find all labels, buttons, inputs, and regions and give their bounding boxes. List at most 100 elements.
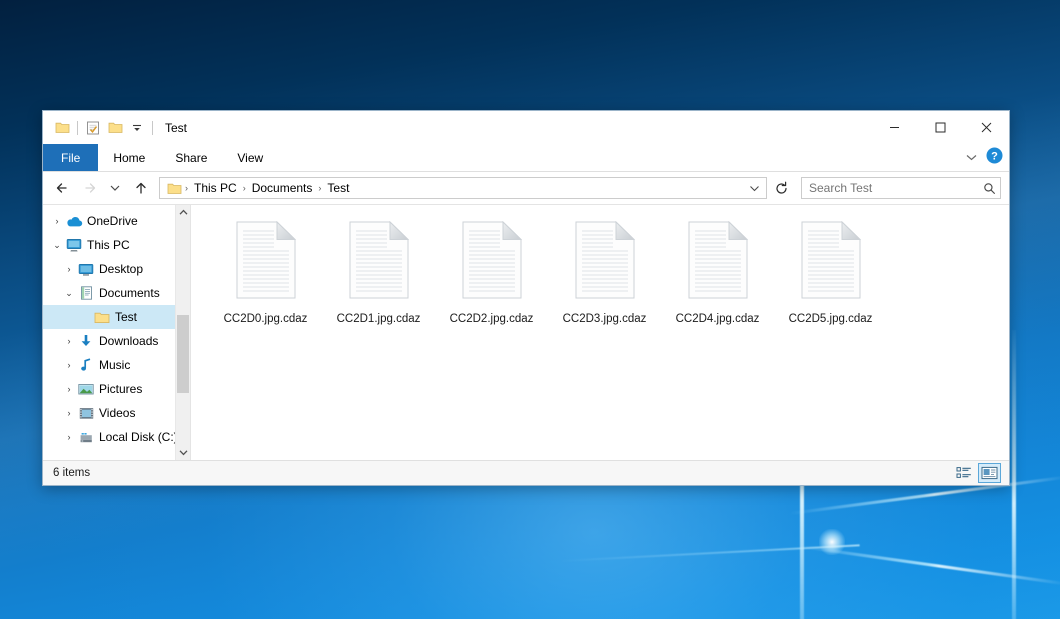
- large-icons-view-button[interactable]: [978, 463, 1001, 483]
- folder-tree: › OneDrive ⌄: [43, 205, 190, 449]
- properties-icon[interactable]: [82, 117, 104, 139]
- expand-chevron-icon[interactable]: ›: [61, 336, 77, 346]
- scrollbar-thumb[interactable]: [177, 315, 189, 393]
- expand-chevron-icon[interactable]: ›: [61, 360, 77, 370]
- documents-icon: [77, 285, 95, 301]
- breadcrumb-item-this-pc[interactable]: This PC: [189, 180, 242, 196]
- file-name: CC2D1.jpg.cdaz: [337, 313, 421, 325]
- sidebar-item-label: Local Disk (C:): [99, 430, 178, 444]
- search-input[interactable]: [809, 181, 983, 195]
- breadcrumb-item-test[interactable]: Test: [322, 180, 354, 196]
- file-name: CC2D0.jpg.cdaz: [224, 313, 308, 325]
- generic-document-icon: [347, 219, 411, 306]
- svg-text:?: ?: [991, 150, 998, 162]
- breadcrumb-item-documents[interactable]: Documents: [247, 180, 318, 196]
- pictures-icon: [77, 381, 95, 397]
- generic-document-icon: [234, 219, 298, 306]
- navigation-pane: › OneDrive ⌄: [43, 205, 191, 460]
- tab-home[interactable]: Home: [98, 144, 160, 171]
- sidebar-item-downloads[interactable]: › Downloads: [43, 329, 190, 353]
- videos-film-icon: [77, 405, 95, 421]
- sidebar-item-videos[interactable]: ›: [43, 401, 190, 425]
- sidebar-item-local-disk-c[interactable]: › Local Disk (C:): [43, 425, 190, 449]
- new-folder-icon[interactable]: [104, 117, 126, 139]
- sidebar-item-desktop[interactable]: › Desktop: [43, 257, 190, 281]
- list-item[interactable]: CC2D4.jpg.cdaz: [661, 217, 774, 335]
- view-toggle-group: [952, 463, 1001, 483]
- generic-document-icon: [573, 219, 637, 306]
- customize-qat-icon[interactable]: [126, 117, 148, 139]
- scroll-up-arrow-icon[interactable]: [176, 205, 190, 220]
- downloads-arrow-icon: [77, 333, 95, 349]
- expand-chevron-icon[interactable]: ›: [61, 432, 77, 442]
- ribbon-tab-strip: File Home Share View ?: [43, 144, 1009, 172]
- sidebar-item-documents[interactable]: ⌄ Documents: [43, 281, 190, 305]
- help-icon[interactable]: ?: [986, 147, 1003, 169]
- file-name: CC2D3.jpg.cdaz: [563, 313, 647, 325]
- refresh-button[interactable]: [769, 176, 793, 200]
- minimize-button[interactable]: [871, 111, 917, 144]
- expand-chevron-icon[interactable]: ›: [61, 408, 77, 418]
- up-button[interactable]: [129, 176, 153, 200]
- search-box[interactable]: [801, 177, 1001, 199]
- expand-chevron-icon[interactable]: ›: [61, 264, 77, 274]
- collapse-chevron-icon[interactable]: ⌄: [49, 240, 65, 251]
- sidebar-item-label: Test: [115, 310, 137, 324]
- list-item[interactable]: CC2D2.jpg.cdaz: [435, 217, 548, 335]
- forward-button[interactable]: [77, 176, 101, 200]
- breadcrumb-folder-icon: [165, 182, 184, 195]
- close-button[interactable]: [963, 111, 1009, 144]
- recent-locations-button[interactable]: [103, 176, 127, 200]
- generic-document-icon: [460, 219, 524, 306]
- tab-view[interactable]: View: [222, 144, 278, 171]
- sidebar-item-test[interactable]: Test: [43, 305, 190, 329]
- sidebar-item-pictures[interactable]: › Pictures: [43, 377, 190, 401]
- music-note-icon: [77, 357, 95, 373]
- breadcrumb: › This PC › Documents › Test: [184, 180, 744, 196]
- collapse-chevron-icon[interactable]: ⌄: [61, 288, 77, 299]
- list-item[interactable]: CC2D3.jpg.cdaz: [548, 217, 661, 335]
- sidebar-item-this-pc[interactable]: ⌄ This PC: [43, 233, 190, 257]
- window-body: › OneDrive ⌄: [43, 204, 1009, 460]
- tab-file[interactable]: File: [43, 144, 98, 171]
- breadcrumb-bar[interactable]: › This PC › Documents › Test: [159, 177, 767, 199]
- address-dropdown-icon[interactable]: [744, 178, 764, 198]
- search-icon: [983, 182, 996, 195]
- list-item[interactable]: CC2D1.jpg.cdaz: [322, 217, 435, 335]
- sidebar-item-label: OneDrive: [87, 214, 138, 228]
- sidebar-item-label: Music: [99, 358, 130, 372]
- maximize-button[interactable]: [917, 111, 963, 144]
- generic-document-icon: [686, 219, 750, 306]
- expand-chevron-icon[interactable]: ›: [49, 216, 65, 226]
- sidebar-scrollbar[interactable]: [175, 205, 190, 460]
- scroll-down-arrow-icon[interactable]: [176, 445, 190, 460]
- address-bar: › This PC › Documents › Test: [43, 172, 1009, 204]
- folder-icon[interactable]: [51, 117, 73, 139]
- sidebar-item-label: Desktop: [99, 262, 143, 276]
- sidebar-item-music[interactable]: › Music: [43, 353, 190, 377]
- status-bar: 6 items: [43, 460, 1009, 485]
- file-name: CC2D4.jpg.cdaz: [676, 313, 760, 325]
- sidebar-item-onedrive[interactable]: › OneDrive: [43, 209, 190, 233]
- window-controls: [871, 111, 1009, 144]
- scrollbar-track[interactable]: [176, 220, 190, 445]
- qat-divider-2: [152, 121, 153, 135]
- list-item[interactable]: CC2D0.jpg.cdaz: [209, 217, 322, 335]
- this-pc-monitor-icon: [65, 237, 83, 253]
- ribbon-right-controls: ?: [965, 144, 1003, 172]
- qat-divider: [77, 121, 78, 135]
- details-view-button[interactable]: [952, 463, 975, 483]
- back-button[interactable]: [51, 176, 75, 200]
- sidebar-item-label: This PC: [87, 238, 130, 252]
- generic-document-icon: [799, 219, 863, 306]
- chevron-down-icon[interactable]: [965, 149, 978, 167]
- sidebar-item-label: Videos: [99, 406, 135, 420]
- file-list-view[interactable]: CC2D0.jpg.cdaz: [191, 205, 1009, 460]
- quick-access-toolbar: [51, 117, 157, 139]
- tab-share[interactable]: Share: [160, 144, 222, 171]
- list-item[interactable]: CC2D5.jpg.cdaz: [774, 217, 887, 335]
- desktop-wallpaper: Test File Home Share View: [0, 0, 1060, 619]
- desktop-monitor-icon: [77, 261, 95, 277]
- file-name: CC2D2.jpg.cdaz: [450, 313, 534, 325]
- expand-chevron-icon[interactable]: ›: [61, 384, 77, 394]
